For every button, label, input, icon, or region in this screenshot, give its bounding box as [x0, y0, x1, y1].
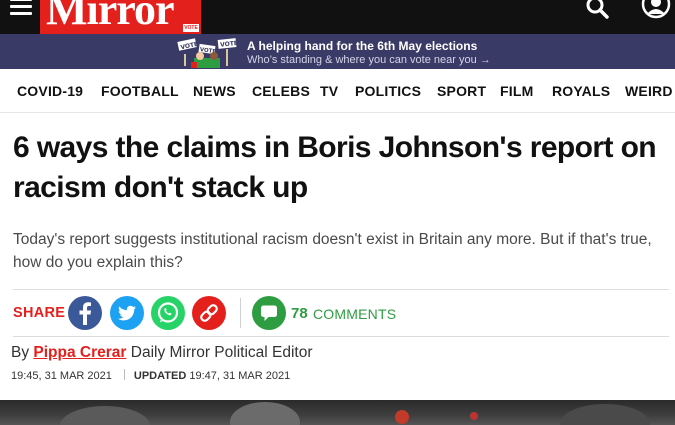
dateline-separator [123, 369, 125, 380]
nav-item-news[interactable]: NEWS [193, 83, 236, 99]
vote-sign-label: VOTE [220, 40, 238, 49]
published-time: 19:45, 31 MAR 2021 [11, 370, 112, 382]
twitter-share-button[interactable] [110, 296, 144, 330]
nav-item-tv[interactable]: TV [320, 83, 338, 99]
nav-item-celebs[interactable]: CELEBS [252, 83, 310, 99]
top-bar: Mirror VOTE [0, 0, 675, 34]
nav-item-politics[interactable]: POLITICS [355, 83, 421, 99]
nav-item-football[interactable]: FOOTBALL [101, 83, 179, 99]
election-banner[interactable]: VOTE VOTE VOTE A helping hand for the 6t… [0, 34, 675, 69]
logo-vote-tag: VOTE [183, 24, 199, 32]
comments-label[interactable]: COMMENTS [313, 306, 396, 322]
byline-prefix: By [11, 344, 30, 361]
nav-item-royals[interactable]: ROYALS [552, 83, 610, 99]
nav-item-sport[interactable]: SPORT [437, 83, 486, 99]
byline: By Pippa Crerar Daily Mirror Political E… [11, 344, 313, 362]
comments-button[interactable] [252, 296, 286, 330]
twitter-icon [118, 305, 136, 321]
share-divider [240, 298, 241, 328]
updated-label: UPDATED [133, 370, 187, 382]
nav-item-weird[interactable]: WEIRD [625, 83, 673, 99]
search-icon[interactable] [585, 0, 611, 22]
banner-title: A helping hand for the 6th May elections [247, 39, 478, 53]
author-role: Daily Mirror Political Editor [130, 344, 313, 361]
menu-icon[interactable] [10, 0, 32, 18]
comments-count[interactable]: 78 [291, 305, 308, 322]
share-label: SHARE [13, 305, 66, 321]
divider [13, 336, 669, 337]
divider [13, 289, 669, 290]
nav-item-film[interactable]: FILM [500, 83, 533, 99]
copy-link-button[interactable] [192, 296, 226, 330]
article-headline: 6 ways the claims in Boris Johnson's rep… [13, 131, 657, 204]
vote-signs-illustration: VOTE VOTE VOTE [176, 36, 238, 68]
facebook-icon [79, 302, 91, 325]
mirror-logo[interactable]: Mirror VOTE [40, 0, 201, 34]
banner-subtitle: Who’s standing & where you can vote near… [247, 54, 491, 66]
dateline: 19:45, 31 MAR 2021 UPDATED 19:47, 31 MAR … [11, 369, 290, 382]
link-icon [200, 304, 218, 322]
logo-text: Mirror [46, 0, 175, 34]
whatsapp-icon [157, 302, 179, 323]
updated-time: 19:47, 31 MAR 2021 [189, 370, 291, 382]
section-nav: COVID-19 FOOTBALL NEWS CELEBS TV POLITIC… [0, 69, 675, 113]
article-standfirst: Today's report suggests institutional ra… [13, 231, 652, 271]
hero-image [0, 400, 675, 425]
comment-bubble-icon [261, 305, 277, 321]
whatsapp-share-button[interactable] [151, 296, 185, 330]
author-link[interactable]: Pippa Crerar [33, 344, 126, 361]
facebook-share-button[interactable] [68, 296, 102, 330]
nav-item-covid-19[interactable]: COVID-19 [17, 83, 83, 99]
account-icon[interactable] [640, 0, 672, 22]
